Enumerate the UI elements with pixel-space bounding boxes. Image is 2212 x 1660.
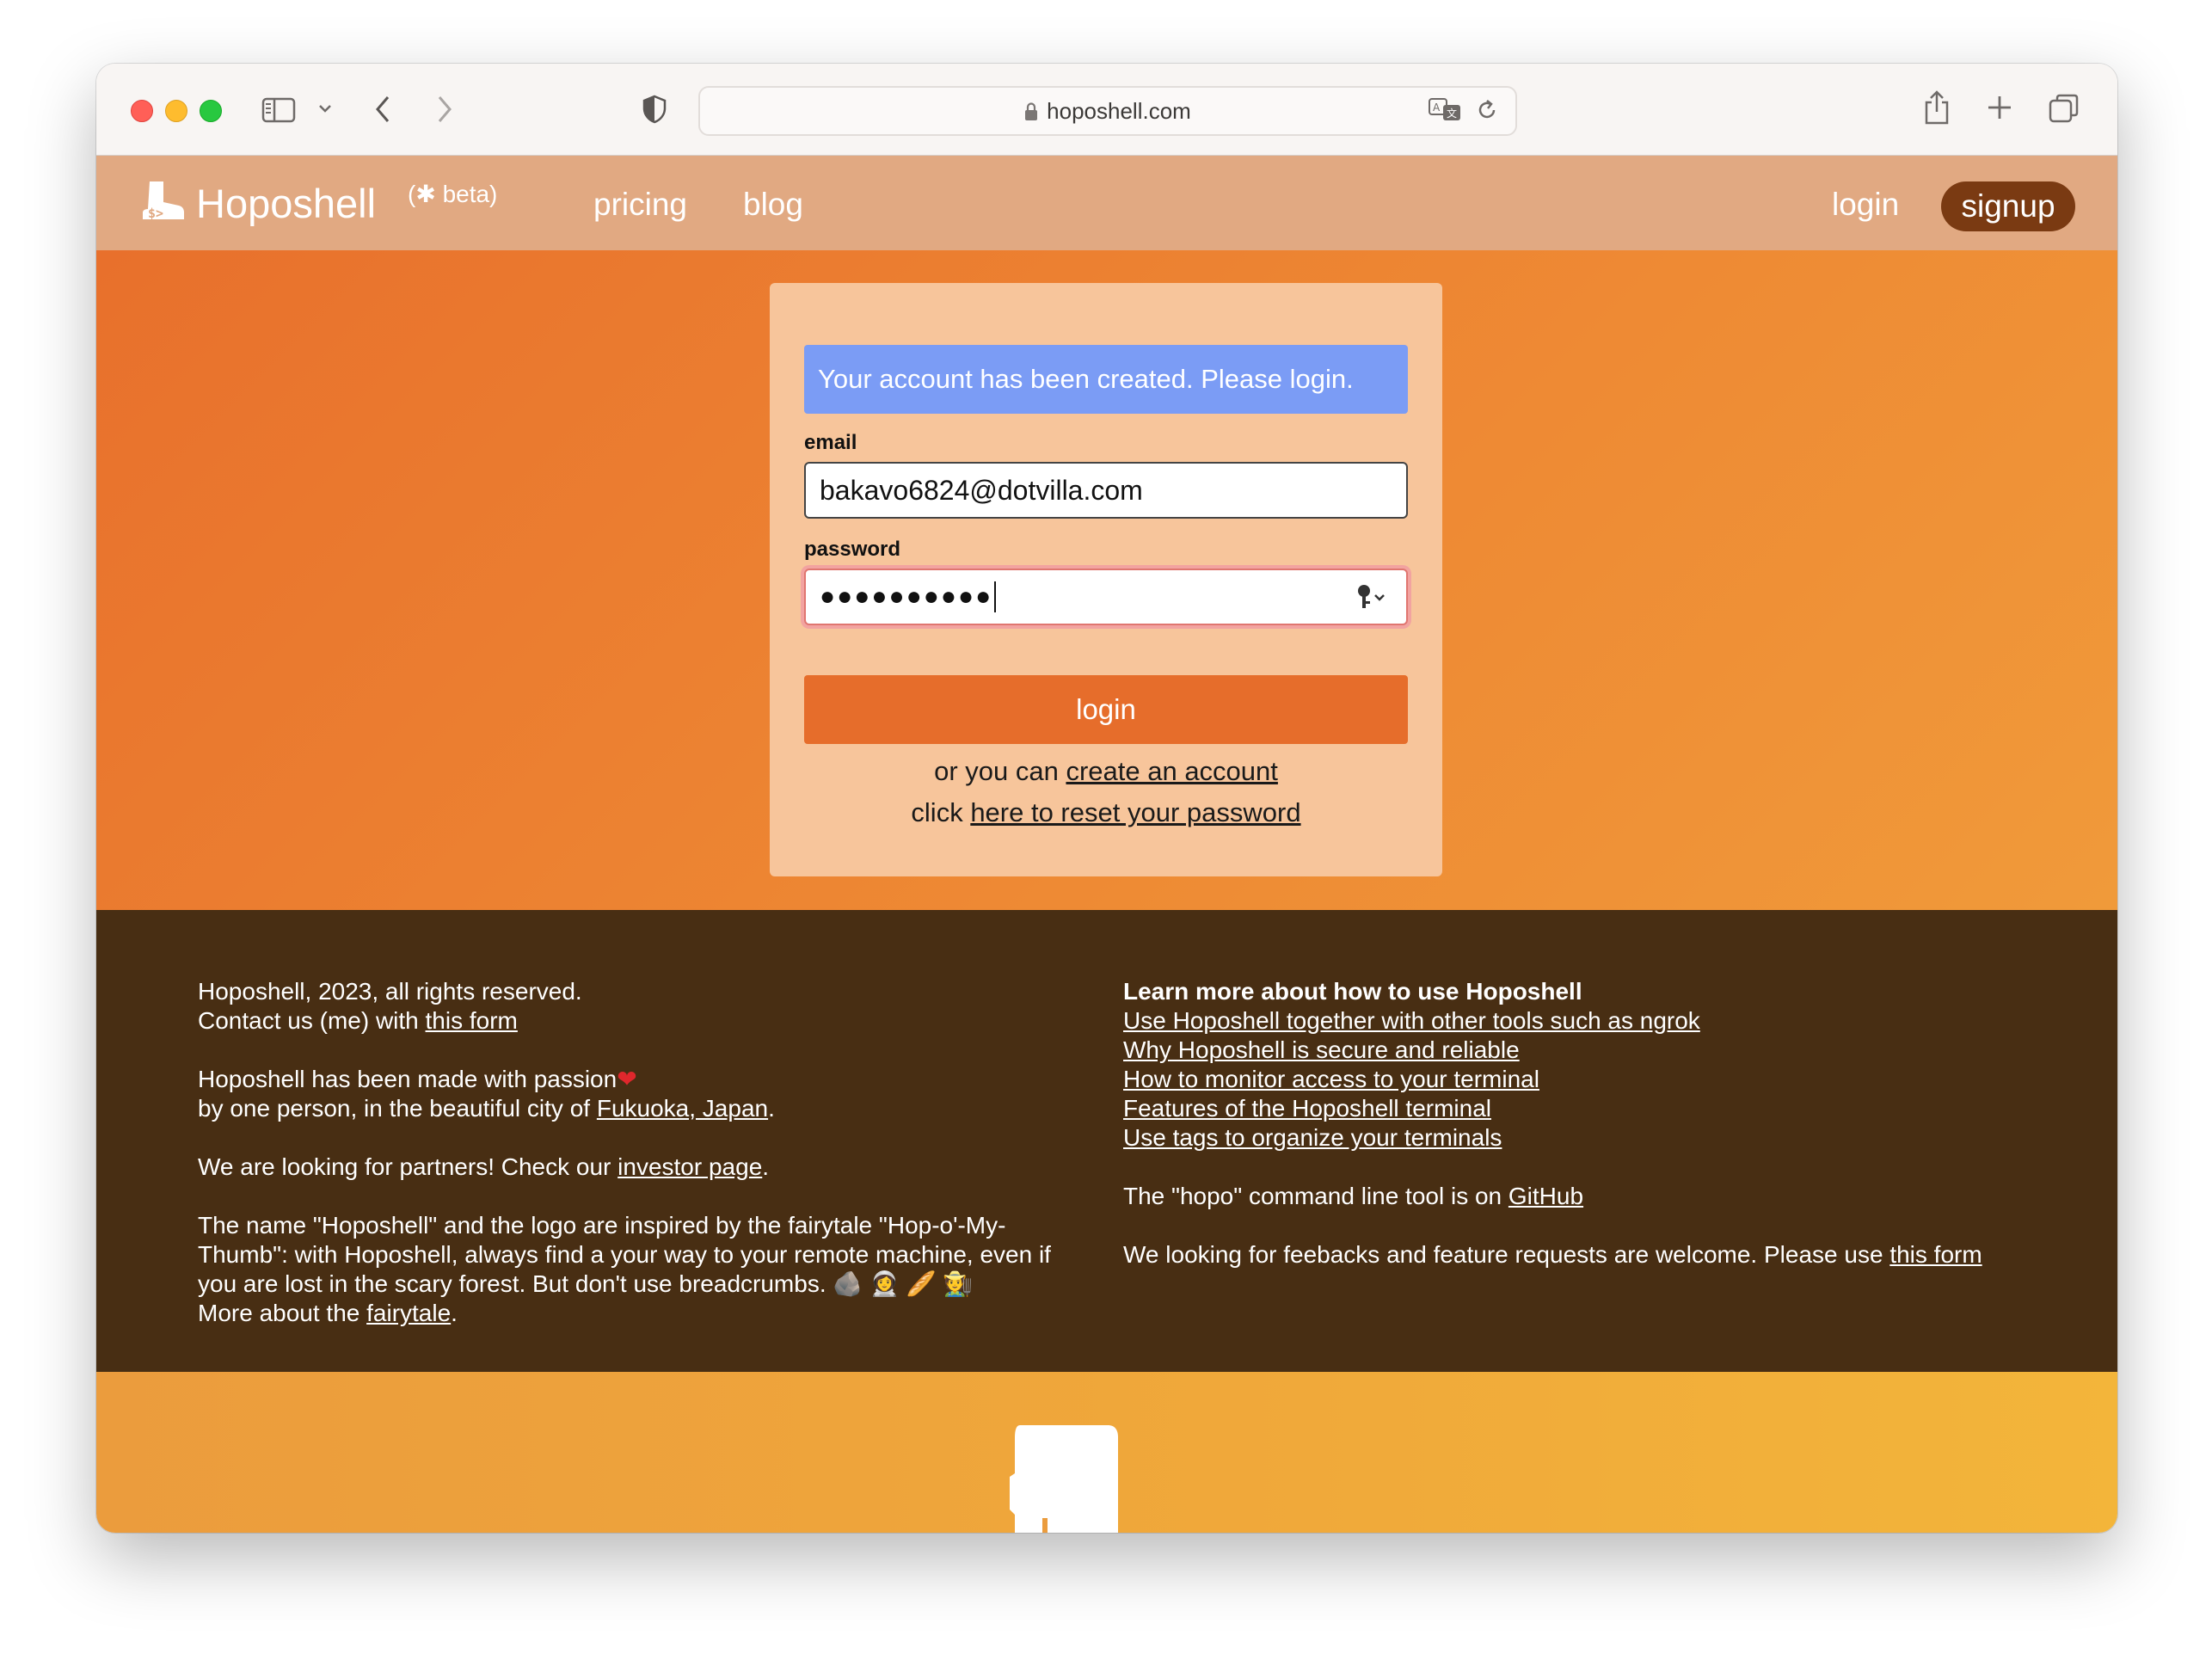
site-footer: Hoposhell, 2023, all rights reserved. Co… [96,910,2117,1372]
password-masked-value: ●●●●●●●●●● [820,582,993,611]
nav-login[interactable]: login [1832,187,1899,223]
footer-by-prefix: by one person, in the beautiful city of [198,1095,597,1122]
share-icon[interactable] [1923,89,1951,126]
email-label: email [804,431,857,454]
footer-feedback-block: We looking for feebacks and feature requ… [1123,1240,2035,1270]
boot-logo-icon [1008,1425,1120,1533]
account-created-alert: Your account has been created. Please lo… [804,345,1408,414]
svg-text:文: 文 [1447,107,1457,120]
reset-password-prefix: click [911,797,971,827]
svg-text:$>: $> [148,206,163,221]
footer-feedback-prefix: We looking for feebacks and feature requ… [1123,1241,1890,1268]
address-bar[interactable]: hoposhell.com A文 [698,86,1517,136]
login-card: Your account has been created. Please lo… [770,283,1442,876]
password-label: password [804,538,901,561]
footer-feedback-link[interactable]: this form [1889,1241,1982,1268]
footer-link-features[interactable]: Features of the Hoposhell terminal [1123,1095,1491,1122]
footer-partners-prefix: We are looking for partners! Check our [198,1153,618,1180]
footer-github-link[interactable]: GitHub [1508,1183,1583,1209]
footer-link-monitor[interactable]: How to monitor access to your terminal [1123,1066,1539,1092]
footer-copyright: Hoposhell, 2023, all rights reserved. [198,978,582,1005]
close-window-button[interactable] [131,100,153,122]
zoom-window-button[interactable] [200,100,222,122]
footer-learn-block: Learn more about how to use Hoposhell Us… [1123,977,2035,1153]
footer-emojis: 🪨 👩‍🚀 🥖 🧑‍🌾 [833,1270,974,1297]
footer-link-ngrok[interactable]: Use Hoposhell together with other tools … [1123,1007,1700,1034]
footer-investor-link[interactable]: investor page [618,1153,762,1180]
translate-icon[interactable]: A文 [1428,96,1462,122]
footer-hopo-prefix: The "hopo" command line tool is on [1123,1183,1508,1209]
footer-copyright-block: Hoposhell, 2023, all rights reserved. Co… [198,977,1058,1036]
brand-link[interactable]: $> Hoposhell [139,180,376,227]
create-account-prefix: or you can [934,756,1066,786]
site-navbar: $> Hoposhell (✱ beta) pricing blog login… [96,156,2117,250]
footer-right-column: Learn more about how to use Hoposhell Us… [1123,977,2035,1299]
privacy-shield-icon[interactable] [642,95,667,124]
beta-label: (✱ beta) [408,181,498,207]
footer-passion-text: Hoposhell has been made with passion [198,1066,618,1092]
nav-pricing[interactable]: pricing [593,187,687,223]
reload-icon[interactable] [1476,98,1498,122]
footer-partners-block: We are looking for partners! Check our i… [198,1153,770,1180]
minimize-window-button[interactable] [165,100,187,122]
chevron-down-icon[interactable] [318,103,332,114]
signup-button[interactable]: signup [1941,181,2075,231]
address-url: hoposhell.com [700,98,1515,127]
nav-blog[interactable]: blog [743,187,803,223]
login-button[interactable]: login [804,675,1408,744]
footer-contact-link[interactable]: this form [426,1007,518,1034]
brand-name: Hoposhell [196,181,377,226]
heart-icon: ❤ [617,1066,637,1092]
main-section: Your account has been created. Please lo… [96,250,2117,910]
bottom-banner [96,1372,2117,1533]
footer-passion-block: Hoposhell has been made with passion❤ by… [198,1066,775,1122]
sidebar-toggle-icon[interactable] [261,96,296,124]
lock-icon [1024,101,1038,127]
footer-github-block: The "hopo" command line tool is on GitHu… [1123,1182,2035,1211]
new-tab-icon[interactable] [1987,95,2012,120]
footer-link-secure[interactable]: Why Hoposhell is secure and reliable [1123,1036,1520,1063]
hoposhell-logo-icon: $> [139,180,186,227]
footer-city-link[interactable]: Fukuoka, Japan [597,1095,768,1122]
footer-fairytale-block: The name "Hoposhell" and the logo are in… [198,1212,1051,1326]
reset-password-line: click here to reset your password [770,797,1442,828]
create-account-line: or you can create an account [770,756,1442,787]
svg-text:A: A [1433,101,1441,114]
text-caret [994,581,997,612]
email-field[interactable]: bakavo6824@dotvilla.com [804,462,1408,519]
footer-more-prefix: More about the [198,1300,367,1326]
forward-icon[interactable] [435,95,454,124]
back-icon[interactable] [373,95,392,124]
footer-contact-prefix: Contact us (me) with [198,1007,426,1034]
browser-toolbar: hoposhell.com A文 [96,64,2117,156]
url-text: hoposhell.com [1047,98,1191,124]
footer-link-tags[interactable]: Use tags to organize your terminals [1123,1124,1502,1151]
browser-window: hoposhell.com A文 $> Hoposhell (✱ beta) p… [96,64,2117,1533]
password-key-icon[interactable] [1355,582,1389,620]
tab-overview-icon[interactable] [2049,93,2080,124]
email-value: bakavo6824@dotvilla.com [820,474,1143,506]
footer-fairytale-link[interactable]: fairytale [366,1300,451,1326]
password-field[interactable]: ●●●●●●●●●● [804,569,1408,625]
create-account-link[interactable]: create an account [1066,756,1277,786]
reset-password-link[interactable]: here to reset your password [970,797,1300,827]
footer-left-column: Hoposhell, 2023, all rights reserved. Co… [198,977,1058,1357]
footer-learn-heading: Learn more about how to use Hoposhell [1123,978,1582,1005]
